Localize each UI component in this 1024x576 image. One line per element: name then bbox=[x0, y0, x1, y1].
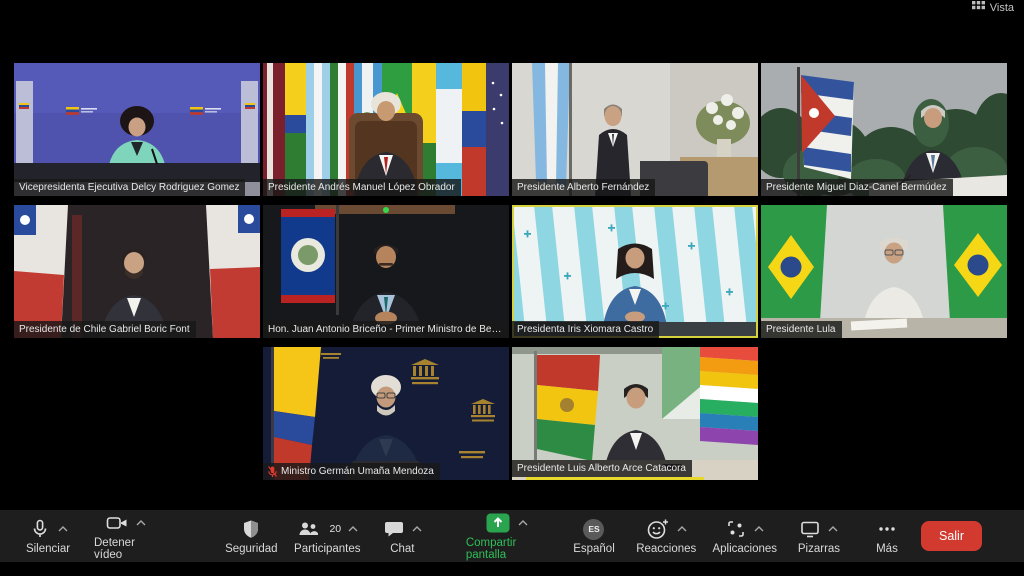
more-button[interactable]: Más bbox=[865, 517, 909, 555]
whiteboards-button[interactable]: Pizarras bbox=[797, 517, 841, 555]
meeting-toolbar: Silenciar Detener vídeo Seguridad bbox=[0, 510, 1024, 562]
gallery-row-2: Presidente de Chile Gabriel Boric Font bbox=[14, 205, 1010, 338]
interpretation-language-icon: ES bbox=[583, 519, 604, 540]
view-selector-label: Vista bbox=[990, 2, 1014, 14]
chat-bubble-icon bbox=[383, 518, 405, 540]
video-thumbnail-cuba bbox=[761, 63, 1007, 196]
more-ellipsis-icon bbox=[876, 518, 898, 540]
participant-name-label: Ministro Germán Umaña Mendoza bbox=[263, 463, 440, 480]
video-thumbnail-mexico bbox=[263, 63, 509, 196]
participants-button[interactable]: 20 Participantes bbox=[298, 517, 356, 555]
video-thumbnail-argentina bbox=[512, 63, 758, 196]
video-thumbnail-brazil bbox=[761, 205, 1007, 338]
chat-button[interactable]: Chat bbox=[380, 517, 424, 555]
apps-icon bbox=[725, 518, 747, 540]
microphone-icon bbox=[29, 518, 51, 540]
active-speaker-accent-bar bbox=[526, 477, 704, 480]
chevron-up-icon[interactable] bbox=[412, 526, 422, 532]
video-tile-mexico[interactable]: Presidente Andrés Manuel López Obrador bbox=[263, 63, 509, 196]
video-tile-bolivia[interactable]: Presidente Luis Alberto Arce Catacora bbox=[512, 347, 758, 480]
stop-video-button[interactable]: Detener vídeo bbox=[94, 511, 157, 561]
video-tile-cuba[interactable]: Presidente Miguel Diaz-Canel Bermúdez bbox=[761, 63, 1007, 196]
chevron-up-icon[interactable] bbox=[754, 526, 764, 532]
video-tile-belize[interactable]: Hon. Juan Antonio Briceño - Primer Minis… bbox=[263, 205, 509, 338]
video-tile-colombia[interactable]: Ministro Germán Umaña Mendoza bbox=[263, 347, 509, 480]
participants-icon bbox=[296, 518, 320, 540]
security-button[interactable]: Seguridad bbox=[228, 517, 274, 555]
whiteboard-icon bbox=[799, 518, 821, 540]
participant-name-label: Vicepresidenta Ejecutiva Delcy Rodriguez… bbox=[14, 179, 245, 196]
share-screen-button[interactable]: Compartir pantalla bbox=[466, 511, 548, 561]
video-thumbnail-belize bbox=[263, 205, 509, 338]
video-thumbnail-venezuela bbox=[14, 63, 260, 196]
participant-name-label: Presidente Alberto Fernández bbox=[512, 179, 655, 196]
interpretation-button[interactable]: ES Español bbox=[572, 517, 616, 555]
share-screen-icon bbox=[485, 512, 511, 534]
reactions-button[interactable]: Reacciones bbox=[640, 517, 693, 555]
participants-count-badge: 20 bbox=[329, 523, 341, 535]
video-tile-honduras[interactable]: Presidenta Iris Xiomara Castro bbox=[512, 205, 758, 338]
chevron-up-icon[interactable] bbox=[677, 526, 687, 532]
zoom-meeting-window: Vista bbox=[0, 0, 1024, 576]
gallery-row-1: Vicepresidenta Ejecutiva Delcy Rodriguez… bbox=[14, 63, 1010, 196]
video-thumbnail-honduras bbox=[512, 205, 758, 338]
participant-name-label: Presidenta Iris Xiomara Castro bbox=[512, 321, 659, 338]
participant-name-label: Hon. Juan Antonio Briceño - Primer Minis… bbox=[263, 321, 508, 338]
view-selector-button[interactable]: Vista bbox=[972, 1, 1014, 14]
chevron-up-icon[interactable] bbox=[828, 526, 838, 532]
mute-button[interactable]: Silenciar bbox=[26, 517, 70, 555]
grid-view-icon bbox=[972, 1, 985, 14]
video-tile-argentina[interactable]: Presidente Alberto Fernández bbox=[512, 63, 758, 196]
participant-name-label: Presidente Lula bbox=[761, 321, 842, 338]
shield-icon bbox=[240, 518, 262, 540]
video-tile-chile[interactable]: Presidente de Chile Gabriel Boric Font bbox=[14, 205, 260, 338]
video-thumbnail-colombia bbox=[263, 347, 509, 480]
video-camera-icon bbox=[105, 512, 129, 534]
participant-name-label: Presidente Luis Alberto Arce Catacora bbox=[512, 460, 692, 477]
participant-name-label: Presidente Andrés Manuel López Obrador bbox=[263, 179, 461, 196]
gallery-row-3: Ministro Germán Umaña Mendoza bbox=[263, 347, 1010, 480]
reactions-smiley-icon bbox=[646, 518, 670, 540]
video-gallery: Vicepresidenta Ejecutiva Delcy Rodriguez… bbox=[14, 63, 1010, 480]
muted-microphone-icon bbox=[268, 466, 277, 478]
participant-name-label: Presidente de Chile Gabriel Boric Font bbox=[14, 321, 196, 338]
video-tile-venezuela[interactable]: Vicepresidenta Ejecutiva Delcy Rodriguez… bbox=[14, 63, 260, 196]
leave-meeting-button[interactable]: Salir bbox=[921, 521, 982, 551]
video-tile-brazil[interactable]: Presidente Lula bbox=[761, 205, 1007, 338]
apps-button[interactable]: Aplicaciones bbox=[717, 517, 773, 555]
chevron-up-icon[interactable] bbox=[58, 526, 68, 532]
video-thumbnail-chile bbox=[14, 205, 260, 338]
chevron-up-icon[interactable] bbox=[518, 520, 528, 526]
participant-name-label: Presidente Miguel Diaz-Canel Bermúdez bbox=[761, 179, 953, 196]
chevron-up-icon[interactable] bbox=[136, 520, 146, 526]
chevron-up-icon[interactable] bbox=[348, 526, 358, 532]
